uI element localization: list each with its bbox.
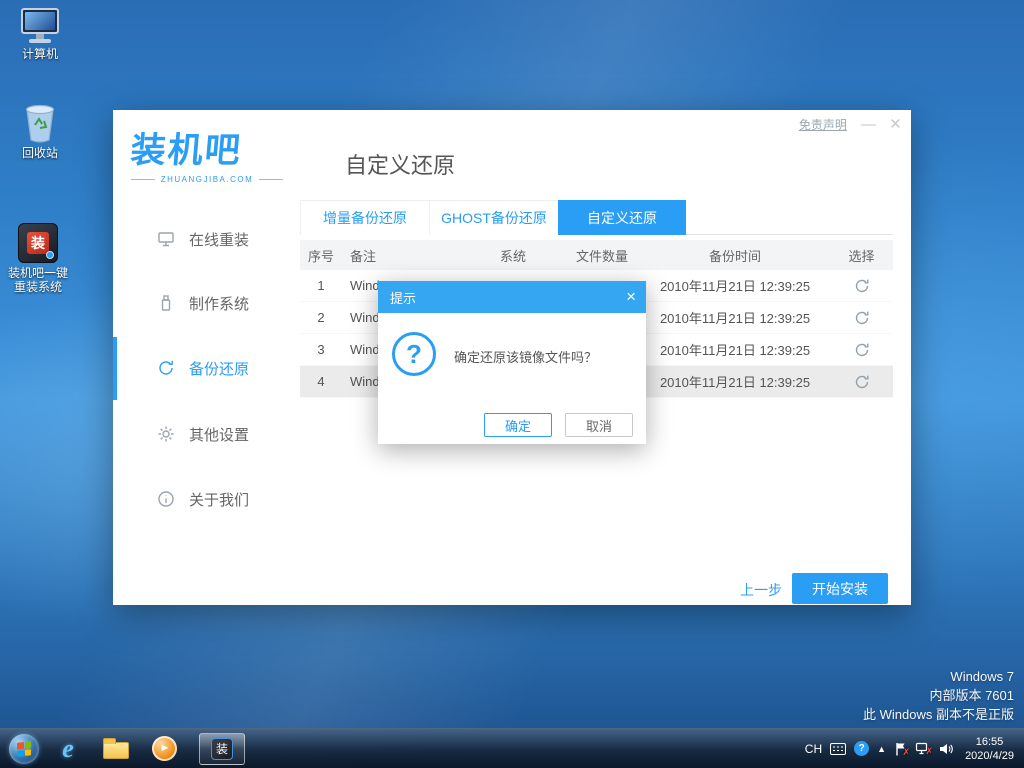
- start-install-button[interactable]: 开始安装: [792, 573, 888, 604]
- dialog-message: 确定还原该镜像文件吗？: [454, 347, 597, 366]
- restore-row-button[interactable]: [854, 374, 870, 390]
- restore-row-button[interactable]: [854, 278, 870, 294]
- app-logo: 装机吧 ZHUANGJIBA.COM: [131, 122, 283, 184]
- recycle-bin-icon: [23, 103, 57, 143]
- cell-no: 1: [300, 278, 342, 293]
- zhuangjiba-taskbar-icon: 装: [211, 738, 233, 760]
- desktop-icon-label: 装机吧一键重装系统: [6, 266, 70, 294]
- col-header-system: 系统: [492, 246, 568, 265]
- gear-icon: [157, 425, 175, 443]
- watermark-line: 此 Windows 副本不是正版: [863, 705, 1014, 724]
- dialog-close-icon[interactable]: ×: [626, 289, 636, 305]
- desktop-icon-zhuangjiba[interactable]: 装 装机吧一键重装系统: [6, 223, 70, 294]
- restore-row-button[interactable]: [854, 342, 870, 358]
- system-tray: CH ? ▲ ✗ ✗ 16:55 2020/4/29: [805, 735, 1024, 763]
- app-window: 免责声明 — × 装机吧 ZHUANGJIBA.COM 自定义还原 在线重装 制…: [113, 110, 911, 605]
- dialog-ok-button[interactable]: 确定: [484, 413, 552, 437]
- col-header-remark: 备注: [342, 246, 492, 265]
- cell-time: 2010年11月21日 12:39:25: [640, 308, 830, 327]
- cell-no: 4: [300, 374, 342, 389]
- desktop-icon-label: 回收站: [22, 146, 58, 160]
- start-button[interactable]: [9, 734, 39, 764]
- taskbar-zhuangjiba-button[interactable]: 装: [199, 733, 245, 765]
- error-badge: ✗: [903, 747, 911, 758]
- tab-incremental-backup[interactable]: 增量备份还原: [300, 200, 430, 235]
- disclaimer-link[interactable]: 免责声明: [799, 116, 847, 133]
- col-header-time: 备份时间: [640, 246, 830, 265]
- action-center-flag-icon[interactable]: ✗: [894, 742, 907, 756]
- restore-row-button[interactable]: [854, 310, 870, 326]
- previous-step-link[interactable]: 上一步: [740, 580, 782, 600]
- col-header-no: 序号: [300, 246, 342, 265]
- logo-subtitle: ZHUANGJIBA.COM: [131, 175, 283, 184]
- tab-ghost-backup[interactable]: GHOST备份还原: [429, 200, 559, 235]
- minimize-button[interactable]: —: [861, 117, 876, 133]
- folder-icon: [103, 742, 129, 759]
- sidebar-item-label: 其他设置: [189, 424, 249, 445]
- desktop-icon-recycle-bin[interactable]: 回收站: [8, 103, 72, 160]
- taskbar-ie-button[interactable]: e: [49, 730, 87, 768]
- sidebar-item-about-us[interactable]: 关于我们: [113, 475, 300, 523]
- sidebar-item-other-settings[interactable]: 其他设置: [113, 410, 300, 458]
- page-title: 自定义还原: [345, 148, 455, 180]
- col-header-select: 选择: [830, 246, 893, 265]
- taskbar-explorer-button[interactable]: [97, 730, 135, 768]
- close-button[interactable]: ×: [890, 117, 901, 133]
- dialog-cancel-button[interactable]: 取消: [565, 413, 633, 437]
- table-header: 序号 备注 系统 文件数量 备份时间 选择: [300, 240, 893, 270]
- tray-date: 2020/4/29: [965, 749, 1014, 763]
- sidebar-item-online-reinstall[interactable]: 在线重装: [113, 215, 300, 263]
- sidebar-item-label: 备份还原: [189, 358, 249, 379]
- taskbar-media-player-button[interactable]: ►: [145, 730, 183, 768]
- desktop-icon-label: 计算机: [22, 47, 58, 61]
- confirm-dialog: 提示 × ? 确定还原该镜像文件吗？ 确定 取消: [378, 281, 646, 444]
- watermark-line: 内部版本 7601: [863, 686, 1014, 705]
- window-controls: 免责声明 — ×: [799, 116, 901, 133]
- info-icon: [157, 490, 175, 508]
- cell-no: 3: [300, 342, 342, 357]
- desktop-icon-computer[interactable]: 计算机: [8, 8, 72, 61]
- sidebar-item-backup-restore[interactable]: 备份还原: [113, 344, 300, 392]
- desktop: 计算机 回收站 装 装机吧一键重装系统 Windows 7 内部版本 7601 …: [0, 0, 1024, 768]
- question-icon: ?: [392, 332, 436, 376]
- keyboard-icon[interactable]: [830, 743, 846, 755]
- tray-time: 16:55: [965, 735, 1014, 749]
- error-badge: ✗: [926, 746, 934, 757]
- taskbar-clock[interactable]: 16:55 2020/4/29: [965, 735, 1014, 763]
- monitor-icon: [157, 230, 175, 248]
- cell-no: 2: [300, 310, 342, 325]
- sidebar-item-label: 关于我们: [189, 489, 249, 510]
- sidebar-item-label: 在线重装: [189, 229, 249, 250]
- media-player-icon: ►: [152, 736, 177, 761]
- dialog-header[interactable]: 提示 ×: [378, 281, 646, 313]
- network-icon[interactable]: ✗: [915, 742, 930, 755]
- zhuangjiba-app-icon: 装: [18, 223, 58, 263]
- language-indicator[interactable]: CH: [805, 742, 822, 756]
- cell-time: 2010年11月21日 12:39:25: [640, 340, 830, 359]
- cell-time: 2010年11月21日 12:39:25: [640, 276, 830, 295]
- dialog-title: 提示: [390, 288, 416, 307]
- taskbar: e ► 装 CH ? ▲ ✗ ✗: [0, 728, 1024, 768]
- help-icon[interactable]: ?: [854, 741, 869, 756]
- logo-title: 装机吧: [129, 122, 285, 173]
- internet-explorer-icon: e: [62, 734, 74, 764]
- tab-bar: 增量备份还原 GHOST备份还原 自定义还原: [300, 200, 893, 235]
- watermark-line: Windows 7: [863, 667, 1014, 686]
- cell-time: 2010年11月21日 12:39:25: [640, 372, 830, 391]
- tab-custom-restore[interactable]: 自定义还原: [558, 200, 686, 235]
- col-header-count: 文件数量: [568, 246, 640, 265]
- sidebar-item-make-system[interactable]: 制作系统: [113, 279, 300, 327]
- windows-logo-icon: [17, 741, 31, 756]
- usb-drive-icon: [157, 294, 175, 312]
- restore-icon: [157, 359, 175, 377]
- sidebar-item-label: 制作系统: [189, 293, 249, 314]
- show-hidden-icons-button[interactable]: ▲: [877, 744, 886, 754]
- volume-icon[interactable]: [938, 742, 953, 756]
- windows-watermark: Windows 7 内部版本 7601 此 Windows 副本不是正版: [863, 667, 1014, 724]
- computer-icon: [18, 8, 62, 44]
